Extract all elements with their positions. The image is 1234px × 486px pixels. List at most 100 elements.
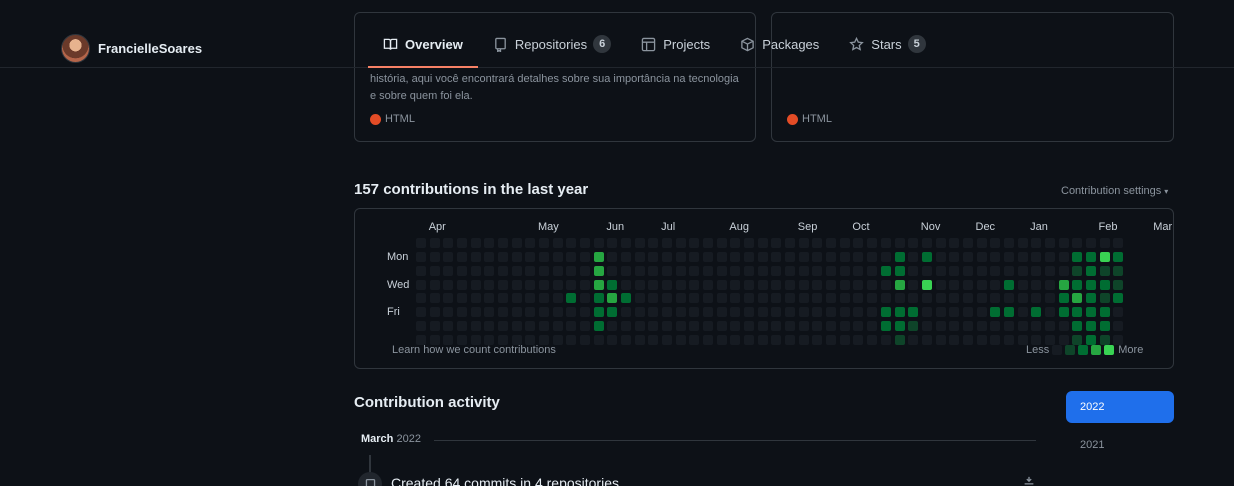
contribution-cell[interactable] bbox=[675, 279, 686, 290]
contribution-cell[interactable] bbox=[880, 251, 891, 262]
contribution-cell[interactable] bbox=[757, 321, 768, 332]
contribution-cell[interactable] bbox=[1113, 321, 1124, 332]
contribution-cell[interactable] bbox=[429, 321, 440, 332]
contribution-cell[interactable] bbox=[416, 265, 426, 276]
contribution-cell[interactable] bbox=[1058, 265, 1069, 276]
contribution-cell[interactable] bbox=[921, 321, 932, 332]
contribution-cell[interactable] bbox=[976, 265, 987, 276]
contribution-cell[interactable] bbox=[990, 293, 1001, 304]
contribution-cell[interactable] bbox=[498, 307, 508, 318]
contribution-cell[interactable] bbox=[949, 335, 960, 345]
contribution-cell[interactable] bbox=[962, 265, 973, 276]
contribution-cell[interactable] bbox=[607, 251, 618, 262]
contribution-cell[interactable] bbox=[894, 238, 905, 248]
contribution-cell[interactable] bbox=[921, 251, 932, 262]
contribution-cell[interactable] bbox=[812, 321, 823, 332]
contribution-cell[interactable] bbox=[1031, 279, 1042, 290]
contribution-cell[interactable] bbox=[525, 265, 536, 276]
contribution-cell[interactable] bbox=[457, 293, 467, 304]
contribution-cell[interactable] bbox=[894, 321, 905, 332]
contribution-cell[interactable] bbox=[1017, 251, 1028, 262]
contribution-cell[interactable] bbox=[976, 293, 987, 304]
contribution-cell[interactable] bbox=[443, 279, 454, 290]
contribution-cell[interactable] bbox=[949, 251, 960, 262]
contribution-cell[interactable] bbox=[853, 238, 864, 248]
contribution-cell[interactable] bbox=[648, 265, 659, 276]
contribution-cell[interactable] bbox=[976, 279, 987, 290]
contribution-cell[interactable] bbox=[634, 335, 645, 345]
contribution-cell[interactable] bbox=[1044, 238, 1055, 248]
contribution-cell[interactable] bbox=[771, 293, 782, 304]
contribution-cell[interactable] bbox=[744, 335, 755, 345]
contribution-cell[interactable] bbox=[785, 265, 796, 276]
contribution-cell[interactable] bbox=[716, 293, 727, 304]
contribution-cell[interactable] bbox=[689, 238, 700, 248]
contribution-cell[interactable] bbox=[853, 335, 864, 345]
contribution-cell[interactable] bbox=[867, 251, 878, 262]
contribution-cell[interactable] bbox=[484, 293, 495, 304]
contribution-cell[interactable] bbox=[634, 307, 645, 318]
contribution-cell[interactable] bbox=[1099, 265, 1110, 276]
contribution-cell[interactable] bbox=[839, 293, 850, 304]
contribution-cell[interactable] bbox=[1099, 251, 1110, 262]
contribution-cell[interactable] bbox=[990, 279, 1001, 290]
contribution-cell[interactable] bbox=[1099, 307, 1110, 318]
contribution-cell[interactable] bbox=[798, 293, 809, 304]
contribution-cell[interactable] bbox=[853, 265, 864, 276]
contribution-cell[interactable] bbox=[962, 251, 973, 262]
contribution-cell[interactable] bbox=[689, 293, 700, 304]
contribution-cell[interactable] bbox=[867, 293, 878, 304]
contribution-cell[interactable] bbox=[716, 321, 727, 332]
contribution-cell[interactable] bbox=[744, 251, 755, 262]
contribution-cell[interactable] bbox=[1044, 307, 1055, 318]
contribution-cell[interactable] bbox=[429, 251, 440, 262]
contribution-cell[interactable] bbox=[662, 265, 673, 276]
contribution-cell[interactable] bbox=[962, 321, 973, 332]
contribution-cell[interactable] bbox=[908, 265, 919, 276]
contribution-cell[interactable] bbox=[826, 238, 837, 248]
contribution-cell[interactable] bbox=[552, 279, 563, 290]
contribution-cell[interactable] bbox=[566, 238, 577, 248]
contribution-cell[interactable] bbox=[1044, 321, 1055, 332]
contribution-cell[interactable] bbox=[675, 238, 686, 248]
contribution-cell[interactable] bbox=[511, 307, 522, 318]
contribution-cell[interactable] bbox=[949, 238, 960, 248]
contribution-cell[interactable] bbox=[1113, 279, 1124, 290]
contribution-cell[interactable] bbox=[580, 321, 590, 332]
contribution-cell[interactable] bbox=[470, 307, 481, 318]
contribution-cell[interactable] bbox=[539, 251, 549, 262]
contribution-cell[interactable] bbox=[607, 307, 618, 318]
contribution-cell[interactable] bbox=[757, 307, 768, 318]
contribution-cell[interactable] bbox=[921, 265, 932, 276]
contribution-cell[interactable] bbox=[880, 279, 891, 290]
contribution-cell[interactable] bbox=[921, 238, 932, 248]
contribution-cell[interactable] bbox=[1017, 321, 1028, 332]
contribution-cell[interactable] bbox=[525, 251, 536, 262]
contribution-cell[interactable] bbox=[621, 321, 632, 332]
contribution-cell[interactable] bbox=[867, 265, 878, 276]
contribution-cell[interactable] bbox=[894, 251, 905, 262]
contribution-cell[interactable] bbox=[880, 321, 891, 332]
contribution-cell[interactable] bbox=[1003, 335, 1014, 345]
contribution-cell[interactable] bbox=[703, 335, 714, 345]
contribution-cell[interactable] bbox=[716, 251, 727, 262]
contribution-cell[interactable] bbox=[880, 293, 891, 304]
contribution-cell[interactable] bbox=[1058, 251, 1069, 262]
contribution-cell[interactable] bbox=[935, 293, 946, 304]
contribution-cell[interactable] bbox=[703, 238, 714, 248]
contribution-cell[interactable] bbox=[826, 321, 837, 332]
contribution-cell[interactable] bbox=[675, 251, 686, 262]
contribution-cell[interactable] bbox=[990, 265, 1001, 276]
contribution-cell[interactable] bbox=[880, 265, 891, 276]
contribution-cell[interactable] bbox=[703, 265, 714, 276]
contribution-cell[interactable] bbox=[648, 335, 659, 345]
contribution-cell[interactable] bbox=[798, 251, 809, 262]
contribution-cell[interactable] bbox=[662, 251, 673, 262]
contribution-cell[interactable] bbox=[580, 307, 590, 318]
contribution-cell[interactable] bbox=[634, 321, 645, 332]
contribution-cell[interactable] bbox=[621, 335, 632, 345]
contribution-cell[interactable] bbox=[498, 265, 508, 276]
contribution-cell[interactable] bbox=[730, 307, 741, 318]
contribution-cell[interactable] bbox=[962, 293, 973, 304]
contribution-cell[interactable] bbox=[429, 293, 440, 304]
